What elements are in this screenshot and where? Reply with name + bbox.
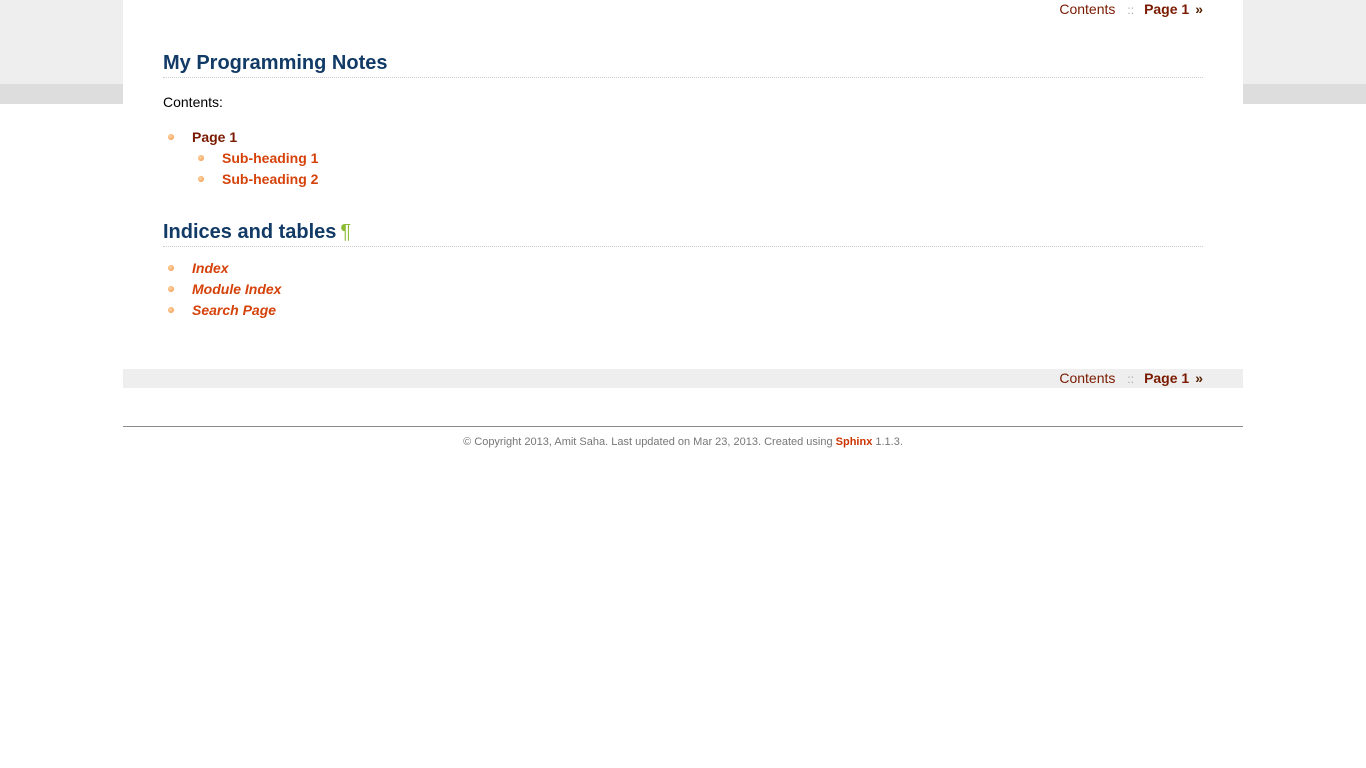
next-arrow-icon: » (1195, 1, 1203, 17)
toc-list: Page 1 Sub-heading 1 Sub-heading 2 (163, 127, 318, 190)
footer-divider (123, 426, 1243, 427)
indices-list: Index Module Index Search Page (163, 258, 281, 321)
toc-subitem: Sub-heading 2 (163, 169, 318, 190)
indices-heading-text: Indices and tables (163, 221, 337, 243)
related-nav-bottom: Contents:: Page 1 » (1059, 369, 1203, 388)
module-index-link[interactable]: Module Index (192, 281, 281, 297)
nav-separator: :: (1127, 372, 1135, 386)
next-page-link[interactable]: Page 1 (1144, 1, 1189, 17)
page-title: My Programming Notes (163, 52, 1203, 78)
bullet-icon (168, 286, 174, 292)
bullet-icon (198, 176, 204, 182)
document-page: Contents:: Page 1» My Programming Notes C… (123, 0, 1243, 388)
list-item: Module Index (163, 279, 281, 300)
toc-item: Page 1 (163, 127, 318, 148)
related-nav-top: Contents:: Page 1 » (1059, 0, 1203, 19)
footer-version: 1.1.3. (872, 436, 903, 448)
nav-separator: :: (1127, 3, 1135, 17)
toc-subheading-link[interactable]: Sub-heading 2 (222, 171, 318, 187)
toc-subheading-link[interactable]: Sub-heading 1 (222, 150, 318, 166)
index-link[interactable]: Index (192, 260, 229, 276)
contents-caption: Contents: (163, 94, 223, 110)
list-item: Search Page (163, 300, 281, 321)
toc-page-link[interactable]: Page 1 (192, 129, 237, 145)
sphinx-link[interactable]: Sphinx (836, 436, 873, 448)
bullet-icon (168, 307, 174, 313)
footer: © Copyright 2013, Amit Saha. Last update… (123, 436, 1243, 448)
contents-link[interactable]: Contents (1059, 370, 1115, 386)
pilcrow-permalink-icon[interactable]: ¶ (340, 221, 351, 243)
list-item: Index (163, 258, 281, 279)
next-arrow-icon: » (1195, 370, 1203, 386)
search-page-link[interactable]: Search Page (192, 302, 276, 318)
bullet-icon (168, 265, 174, 271)
indices-heading: Indices and tables ¶ (163, 221, 1203, 247)
footer-copyright: © Copyright 2013, Amit Saha. Last update… (463, 436, 836, 448)
contents-link[interactable]: Contents (1059, 1, 1115, 17)
bullet-icon (198, 155, 204, 161)
toc-subitem: Sub-heading 1 (163, 148, 318, 169)
bullet-icon (168, 134, 174, 140)
next-page-link[interactable]: Page 1 (1144, 370, 1189, 386)
